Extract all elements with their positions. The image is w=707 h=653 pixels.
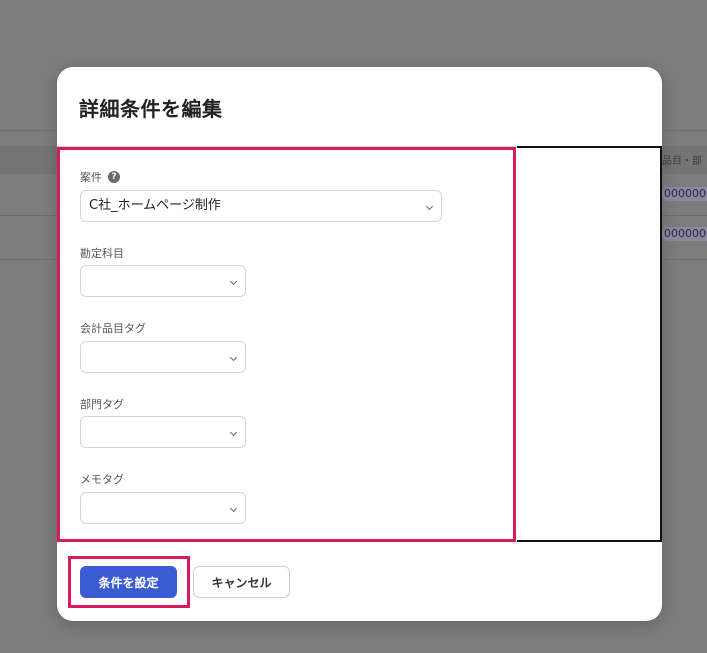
dialog-title: 詳細条件を編集 bbox=[79, 97, 223, 121]
cancel-button[interactable]: キャンセル bbox=[193, 566, 290, 598]
chevron-down-icon bbox=[229, 277, 238, 286]
item-tag-select[interactable] bbox=[80, 341, 246, 373]
project-field-label: 案件 ? bbox=[80, 169, 120, 185]
bg-column-header: 品目・部 bbox=[662, 156, 702, 167]
project-select-value: C社_ホームページ制作 bbox=[89, 198, 221, 213]
project-select[interactable]: C社_ホームページ制作 bbox=[80, 190, 442, 222]
set-conditions-button[interactable]: 条件を設定 bbox=[80, 566, 177, 598]
account-select[interactable] bbox=[80, 265, 246, 297]
bg-row-value: 0000000 bbox=[662, 187, 707, 201]
dialog-side-panel bbox=[517, 146, 662, 542]
item-tag-label-text: 会計品目タグ bbox=[80, 322, 146, 335]
help-icon[interactable]: ? bbox=[108, 171, 120, 183]
bg-row-value: 0000000 bbox=[662, 227, 707, 241]
department-tag-label-text: 部門タグ bbox=[80, 398, 124, 411]
chevron-down-icon bbox=[229, 428, 238, 437]
item-tag-field-label: 会計品目タグ bbox=[80, 320, 146, 336]
account-label-text: 勘定科目 bbox=[80, 247, 124, 260]
memo-tag-label-text: メモタグ bbox=[80, 473, 124, 486]
chevron-down-icon bbox=[229, 504, 238, 513]
chevron-down-icon bbox=[229, 353, 238, 362]
department-tag-field-label: 部門タグ bbox=[80, 396, 124, 412]
memo-tag-field-label: メモタグ bbox=[80, 471, 124, 487]
project-label-text: 案件 bbox=[80, 171, 102, 184]
memo-tag-select[interactable] bbox=[80, 492, 246, 524]
department-tag-select[interactable] bbox=[80, 416, 246, 448]
chevron-down-icon bbox=[425, 202, 434, 211]
account-field-label: 勘定科目 bbox=[80, 245, 124, 261]
